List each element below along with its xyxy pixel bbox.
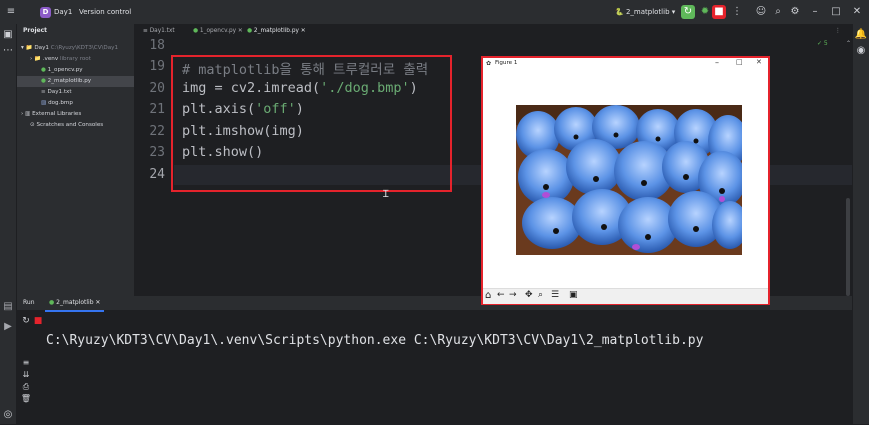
terminal-icon[interactable]: ▶ [1, 320, 15, 334]
stop-icon[interactable]: ■ [712, 5, 726, 19]
python-file-icon: ● [193, 28, 199, 34]
run-tab[interactable]: ● 2_matplotlib ✕ [45, 296, 105, 312]
right-tool-strip: 🔔 ◉ [852, 24, 869, 424]
pan-icon[interactable]: ✥ [525, 290, 533, 300]
clear-trash-icon[interactable]: 🗑 [19, 392, 33, 406]
tree-item-dog-bmp[interactable]: ▨ dog.bmp [41, 98, 73, 109]
debug-icon[interactable]: ✹ [698, 5, 712, 19]
tree-label: 2_matplotlib.py [47, 78, 92, 84]
more-actions-icon[interactable]: ⋮ [730, 5, 744, 19]
tab-opencv[interactable]: ● 1_opencv.py ✕ [193, 24, 243, 38]
figure-toolbar: ⌂ ← → ✥ ⌕ ☰ ▣ [483, 288, 768, 304]
tabs-overflow-icon[interactable]: ⋮ [835, 24, 841, 38]
tree-item-venv[interactable]: › 📁 .venv library root [30, 54, 91, 65]
project-badge: D [40, 7, 51, 18]
title-bar: ≡ D Day1 Version control 🐍 2_matplotlib … [0, 0, 869, 25]
tree-label: 1_opencv.py [47, 67, 83, 73]
tree-item-day1[interactable]: ▾ 📁 Day1 C:\Ryuzy\KDT3\CV\Day1 [21, 43, 118, 54]
main-menu-icon[interactable]: ≡ [4, 5, 18, 19]
figure-icon: ✿ [486, 60, 492, 67]
figure-minimize-icon[interactable]: – [715, 58, 719, 67]
tree-label: Day1.txt [47, 89, 72, 95]
project-name-dropdown[interactable]: Day1 [54, 0, 72, 24]
highlight-box [171, 55, 452, 192]
tab-day1-txt[interactable]: ≡ Day1.txt [143, 24, 175, 38]
stop-icon[interactable]: ■ [31, 314, 45, 328]
python-file-icon: ● [247, 28, 253, 34]
line-number: 18 [149, 38, 165, 53]
tree-path: C:\Ryuzy\KDT3\CV\Day1 [50, 45, 119, 51]
tree-item-matplotlib[interactable]: ● 2_matplotlib.py [17, 76, 134, 87]
editor-scrollbar[interactable] [846, 198, 850, 296]
run-panel-title: Run [23, 299, 35, 306]
settings-gear-icon[interactable]: ⚙ [788, 5, 802, 19]
close-icon[interactable]: ✕ [850, 5, 864, 19]
figure-close-icon[interactable]: ✕ [756, 58, 762, 66]
rerun-icon[interactable]: ↻ [681, 5, 695, 19]
version-control-dropdown[interactable]: Version control [79, 0, 131, 24]
tree-item-day1-txt[interactable]: ≡ Day1.txt [41, 87, 72, 98]
python-file-icon: ● [41, 78, 46, 84]
run-config-dropdown[interactable]: 🐍 2_matplotlib ▾ [615, 0, 675, 24]
text-file-icon: ≡ [41, 89, 46, 95]
tab-label: 1_opencv.py [199, 28, 237, 34]
editor-tabs: ≡ Day1.txt ● 1_opencv.py ✕ ● 2_matplotli… [135, 24, 852, 40]
run-panel [17, 296, 852, 425]
minimize-icon[interactable]: – [808, 5, 822, 19]
account-icon[interactable]: ☺ [754, 5, 768, 19]
tab-label: 2_matplotlib.py [253, 28, 299, 34]
figure-title: Figure 1 [495, 60, 518, 66]
blue-puppies-image [516, 105, 742, 255]
tree-item-external-libraries[interactable]: › ▥ External Libraries [21, 109, 81, 120]
figure-titlebar: ✿ Figure 1 – □ ✕ [483, 58, 768, 70]
run-tab-label: 2_matplotlib [56, 299, 94, 306]
tree-label: Scratches and Consoles [36, 122, 104, 128]
left-tool-strip: ▣ ⋯ ▤ ▶ ◎ [0, 24, 17, 424]
line-number: 24 [149, 167, 165, 182]
tree-label: .venv [42, 56, 59, 62]
forward-arrow-icon[interactable]: → [509, 290, 517, 300]
line-number: 21 [149, 102, 165, 117]
tree-item-opencv[interactable]: ● 1_opencv.py [41, 65, 83, 76]
project-panel-title[interactable]: Project [23, 27, 47, 34]
maximize-icon[interactable]: □ [829, 5, 843, 19]
chevron-up-icon[interactable]: ⌃ [846, 40, 851, 47]
run-toolbar: ↻ ■ ≡ ⇊ ⎙ 🗑 [17, 310, 42, 424]
image-file-icon: ▨ [41, 100, 47, 106]
inspection-status[interactable]: ✓ 5 [817, 40, 828, 47]
line-number: 20 [149, 81, 165, 96]
tree-label: Day1 [34, 45, 49, 51]
project-view-icon[interactable]: ▣ [1, 28, 15, 42]
tree-label: External Libraries [32, 111, 82, 117]
line-number: 23 [149, 145, 165, 160]
tree-item-scratches[interactable]: ⊙ Scratches and Consoles [30, 120, 103, 131]
line-number: 19 [149, 59, 165, 74]
notifications-bell-icon[interactable]: 🔔 [854, 28, 868, 42]
run-config-label: 2_matplotlib [625, 8, 670, 16]
console-output[interactable]: C:\Ryuzy\KDT3\CV\Day1\.venv\Scripts\pyth… [46, 333, 703, 348]
search-icon[interactable]: ⌕ [771, 5, 785, 19]
python-file-icon: ● [49, 299, 55, 306]
figure-maximize-icon[interactable]: □ [736, 58, 743, 66]
text-cursor-icon: Ɪ [383, 189, 389, 200]
project-panel: Project ▾ 📁 Day1 C:\Ryuzy\KDT3\CV\Day1 ›… [17, 24, 135, 296]
configure-subplots-icon[interactable]: ☰ [551, 290, 559, 300]
back-arrow-icon[interactable]: ← [497, 290, 505, 300]
ai-assistant-icon[interactable]: ◉ [854, 44, 868, 58]
python-file-icon: ● [41, 67, 46, 73]
save-icon[interactable]: ▣ [569, 290, 578, 300]
python-packages-icon[interactable]: ▤ [1, 300, 15, 314]
tab-label: Day1.txt [149, 28, 175, 34]
zoom-icon[interactable]: ⌕ [538, 290, 543, 300]
home-icon[interactable]: ⌂ [485, 290, 491, 301]
tree-path: library root [59, 56, 91, 62]
figure-window[interactable]: ✿ Figure 1 – □ ✕ ⌂ ← → ✥ ⌕ ☰ ▣ [481, 56, 770, 305]
tree-label: dog.bmp [48, 100, 73, 106]
problems-icon[interactable]: ◎ [1, 408, 15, 422]
structure-icon[interactable]: ⋯ [1, 44, 15, 58]
line-number: 22 [149, 124, 165, 139]
